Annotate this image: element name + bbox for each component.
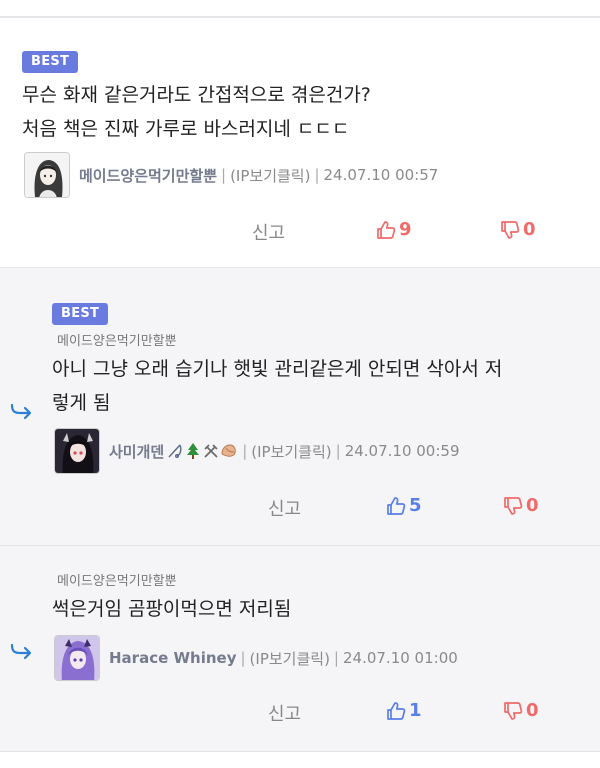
comment-line: 처음 책은 진짜 가루로 바스러지네 ㄷㄷㄷ (22, 118, 350, 140)
nickname-emoji-strip (166, 442, 238, 460)
like-button[interactable]: 1 (386, 700, 422, 721)
reply-arrow-icon (10, 403, 32, 420)
like-count: 9 (399, 219, 412, 240)
avatar[interactable] (54, 635, 100, 681)
comment-body: 썩은거임 곰팡이먹으면 저리됨 (52, 592, 291, 626)
separator: | (333, 649, 339, 667)
comment-body: 아니 그냥 오래 습기나 햇빛 관리같은게 안되면 삭아서 저 렇게 됨 (52, 352, 502, 420)
comment-line: 렇게 됨 (52, 392, 111, 414)
comment-line: 썩은거임 곰팡이먹으면 저리됨 (52, 598, 292, 620)
thumbs-down-icon (501, 220, 520, 239)
timestamp: 24.07.10 00:59 (344, 442, 460, 460)
dislike-button[interactable]: 0 (503, 700, 539, 721)
author-nickname[interactable]: 사미개덴 (109, 441, 164, 462)
thumbs-down-icon (504, 496, 523, 515)
dislike-count: 0 (526, 700, 539, 721)
author-row: 사미개덴 | (IP보기클릭) | 24.07.10 00:59 (54, 427, 460, 475)
avatar[interactable] (54, 428, 100, 474)
avatar[interactable] (24, 152, 70, 198)
like-button[interactable]: 9 (376, 219, 412, 240)
author-nickname[interactable]: 메이드양은먹기만할뿐 (79, 165, 217, 186)
comment-line: 무슨 화재 같은거라도 간접적으로 겪은건가? (22, 84, 371, 106)
reply-comment-1: BEST 메이드양은먹기만할뿐 아니 그냥 오래 습기나 햇빛 관리같은게 안되… (0, 268, 600, 546)
report-button[interactable]: 신고 (252, 219, 285, 245)
shell-icon (221, 444, 236, 457)
separator: | (242, 442, 248, 460)
dislike-count: 0 (523, 219, 536, 240)
author-nickname[interactable]: Harace Whiney (109, 649, 236, 667)
reply-to-nickname[interactable]: 메이드양은먹기만할뿐 (57, 570, 177, 589)
comment-body: 무슨 화재 같은거라도 간접적으로 겪은건가? 처음 책은 진짜 가루로 바스러… (22, 78, 371, 146)
best-badge: BEST (22, 51, 79, 73)
comment-line: 아니 그냥 오래 습기나 햇빛 관리같은게 안되면 삭아서 저 (52, 358, 503, 380)
reply-comment-2: 메이드양은먹기만할뿐 썩은거임 곰팡이먹으면 저리됨 Harace Whiney… (0, 546, 600, 752)
dislike-count: 0 (526, 495, 539, 516)
thumbs-up-icon (387, 701, 406, 720)
dislike-button[interactable]: 0 (503, 495, 539, 516)
fishing-icon (168, 444, 182, 458)
author-row: 메이드양은먹기만할뿐 | (IP보기클릭) | 24.07.10 00:57 (24, 151, 438, 199)
thumbs-down-icon (504, 701, 523, 720)
best-badge: BEST (52, 303, 109, 325)
thumbs-up-icon (387, 496, 406, 515)
dislike-button[interactable]: 0 (500, 219, 536, 240)
ip-link[interactable]: (IP보기클릭) (230, 165, 310, 186)
thumbs-up-icon (377, 220, 396, 239)
separator: | (221, 166, 227, 184)
reply-to-nickname[interactable]: 메이드양은먹기만할뿐 (57, 330, 177, 349)
report-button[interactable]: 신고 (268, 700, 301, 726)
tools-icon (204, 444, 218, 458)
separator: | (314, 166, 320, 184)
timestamp: 24.07.10 00:57 (323, 166, 439, 184)
tree-icon (187, 443, 200, 459)
like-count: 1 (409, 700, 422, 721)
comment-1: BEST 무슨 화재 같은거라도 간접적으로 겪은건가? 처음 책은 진짜 가루… (0, 18, 600, 268)
reply-arrow-icon (10, 643, 32, 660)
separator: | (335, 442, 341, 460)
timestamp: 24.07.10 01:00 (342, 649, 458, 667)
author-row: Harace Whiney | (IP보기클릭) | 24.07.10 01:0… (54, 634, 458, 682)
separator: | (240, 649, 246, 667)
like-count: 5 (409, 495, 422, 516)
report-button[interactable]: 신고 (268, 495, 301, 521)
comment-list: BEST 무슨 화재 같은거라도 간접적으로 겪은건가? 처음 책은 진짜 가루… (0, 0, 600, 768)
like-button[interactable]: 5 (386, 495, 422, 516)
ip-link[interactable]: (IP보기클릭) (250, 648, 330, 669)
ip-link[interactable]: (IP보기클릭) (251, 441, 331, 462)
